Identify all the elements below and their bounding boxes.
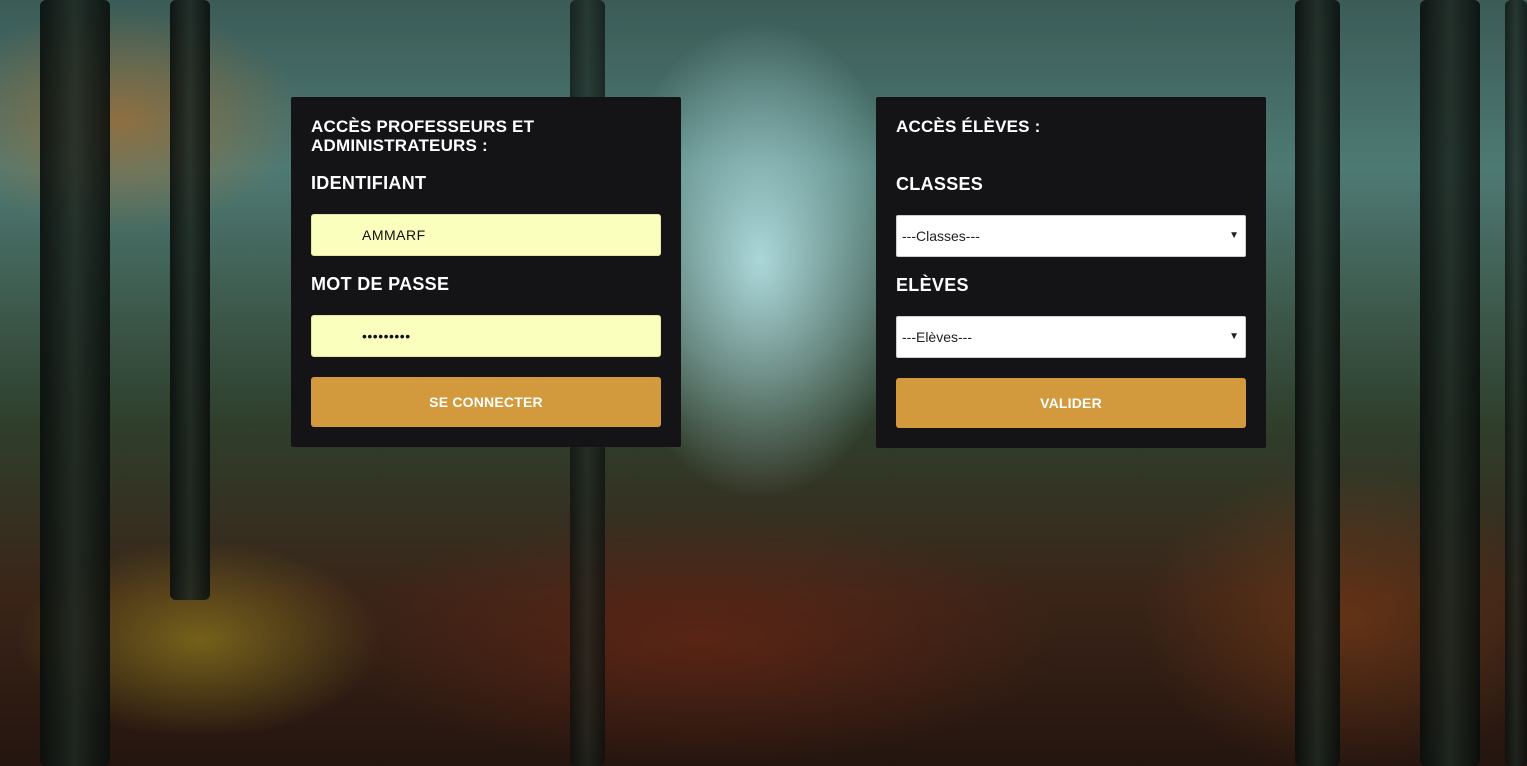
- classes-select-value: ---Classes---: [902, 228, 980, 244]
- caret-down-icon: ▼: [1229, 230, 1239, 241]
- student-access-title: ACCÈS ÉLÈVES :: [896, 117, 1041, 136]
- password-input[interactable]: [311, 315, 661, 357]
- students-select-value: ---Elèves---: [902, 329, 972, 345]
- classes-label: CLASSES: [896, 174, 984, 194]
- teacher-login-title: ACCÈS PROFESSEURS ET ADMINISTRATEURS :: [311, 117, 535, 155]
- forest-background-image: [0, 0, 1527, 766]
- student-access-panel: ACCÈS ÉLÈVES : CLASSES ---Classes--- ▼ E…: [876, 97, 1266, 448]
- students-label: ELÈVES: [896, 275, 969, 295]
- caret-down-icon: ▼: [1229, 331, 1239, 342]
- students-select[interactable]: ---Elèves--- ▼: [896, 316, 1246, 358]
- password-label: MOT DE PASSE: [311, 274, 450, 294]
- identifier-label: IDENTIFIANT: [311, 173, 427, 193]
- validate-button[interactable]: VALIDER: [896, 378, 1246, 428]
- login-button[interactable]: SE CONNECTER: [311, 377, 661, 427]
- identifier-input[interactable]: [311, 214, 661, 256]
- classes-select[interactable]: ---Classes--- ▼: [896, 215, 1246, 257]
- teacher-login-panel: ACCÈS PROFESSEURS ET ADMINISTRATEURS : I…: [291, 97, 681, 447]
